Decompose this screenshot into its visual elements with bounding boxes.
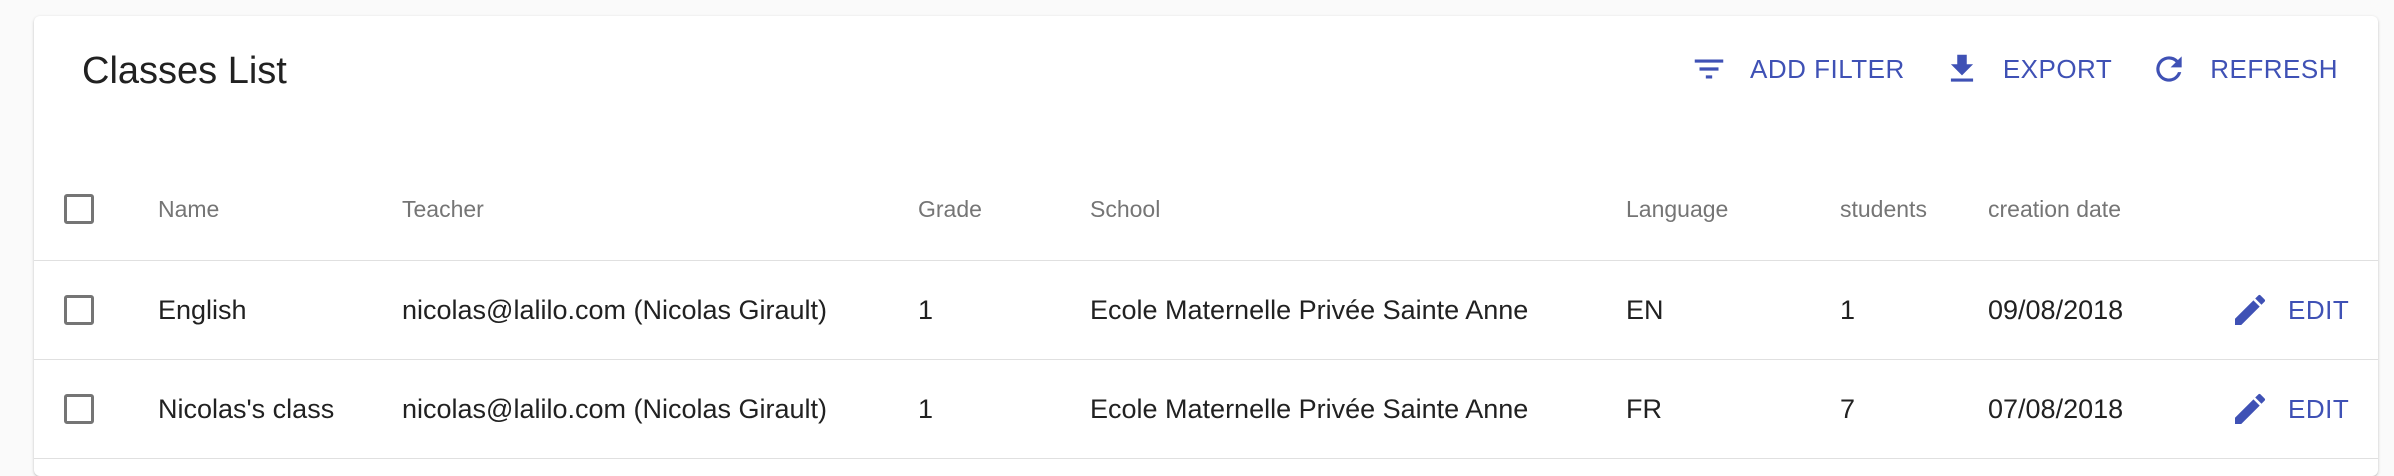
pencil-icon xyxy=(2230,389,2270,429)
column-header-language[interactable]: Language xyxy=(1626,158,1728,260)
teacher-link[interactable]: nicolas@lalilo.com (Nicolas Girault) xyxy=(402,360,827,458)
cell-creation-date: 07/08/2018 xyxy=(1988,393,2124,424)
refresh-icon xyxy=(2150,50,2188,88)
cell-grade: 1 xyxy=(918,294,934,325)
row-select-cell xyxy=(64,360,94,458)
row-checkbox[interactable] xyxy=(64,295,94,325)
cell-students: 1 xyxy=(1840,294,1856,325)
edit-button[interactable]: EDIT xyxy=(2230,290,2349,330)
row-select-cell xyxy=(64,261,94,359)
table-row[interactable]: English nicolas@lalilo.com (Nicolas Gira… xyxy=(34,261,2378,360)
export-button[interactable]: EXPORT xyxy=(1943,50,2112,88)
select-all-cell xyxy=(64,158,94,260)
list-card: Classes List ADD FILTER EXPORT REFRESH N… xyxy=(34,16,2378,476)
cell-grade: 1 xyxy=(918,393,934,424)
edit-label: EDIT xyxy=(2288,393,2350,424)
column-header-school[interactable]: School xyxy=(1090,158,1160,260)
teacher-link[interactable]: nicolas@lalilo.com (Nicolas Girault) xyxy=(402,261,827,359)
add-filter-button[interactable]: ADD FILTER xyxy=(1690,50,1905,88)
refresh-label: REFRESH xyxy=(2210,53,2338,84)
cell-language: FR xyxy=(1626,393,1662,424)
column-header-teacher[interactable]: Teacher xyxy=(402,158,484,260)
column-header-grade[interactable]: Grade xyxy=(918,158,982,260)
school-link[interactable]: Ecole Maternelle Privée Sainte Anne xyxy=(1090,261,1528,359)
edit-label: EDIT xyxy=(2288,294,2350,325)
classes-table: Name Teacher Grade School Language stude… xyxy=(34,158,2378,459)
pencil-icon xyxy=(2230,290,2270,330)
refresh-button[interactable]: REFRESH xyxy=(2150,50,2338,88)
table-header-row: Name Teacher Grade School Language stude… xyxy=(34,158,2378,261)
edit-cell: EDIT xyxy=(2230,261,2349,359)
cell-name: English xyxy=(158,294,247,325)
column-header-students[interactable]: students xyxy=(1840,158,1927,260)
column-header-creation-date[interactable]: creation date xyxy=(1988,158,2121,260)
cell-name: Nicolas's class xyxy=(158,393,335,424)
export-label: EXPORT xyxy=(2002,53,2113,84)
edit-button[interactable]: EDIT xyxy=(2230,389,2349,429)
download-icon xyxy=(1943,50,1981,88)
cell-language: EN xyxy=(1626,294,1664,325)
page-title: Classes List xyxy=(82,50,287,92)
row-checkbox[interactable] xyxy=(64,394,94,424)
toolbar: ADD FILTER EXPORT REFRESH xyxy=(1690,50,2338,88)
cell-students: 7 xyxy=(1840,393,1856,424)
column-header-name[interactable]: Name xyxy=(158,158,219,260)
cell-creation-date: 09/08/2018 xyxy=(1988,294,2124,325)
add-filter-label: ADD FILTER xyxy=(1750,53,1905,84)
edit-cell: EDIT xyxy=(2230,360,2349,458)
select-all-checkbox[interactable] xyxy=(64,194,94,224)
table-row[interactable]: Nicolas's class nicolas@lalilo.com (Nico… xyxy=(34,360,2378,459)
filter-list-icon xyxy=(1690,50,1728,88)
school-link[interactable]: Ecole Maternelle Privée Sainte Anne xyxy=(1090,360,1528,458)
